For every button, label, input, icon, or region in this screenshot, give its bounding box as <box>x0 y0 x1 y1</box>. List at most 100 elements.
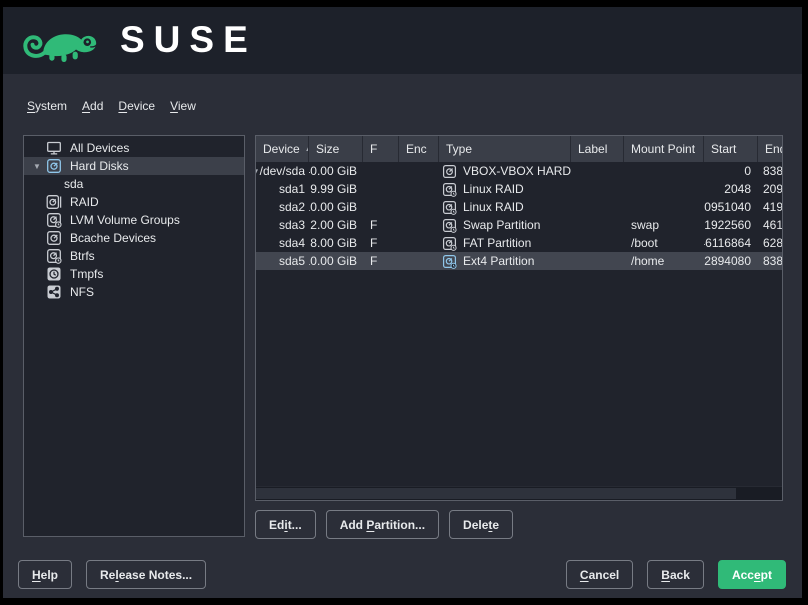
cell-text: /boot <box>631 236 658 250</box>
label-cell <box>571 198 624 216</box>
type-cell: VBOX-VBOX HARDDISK <box>439 162 571 180</box>
column-header-start[interactable]: Start <box>704 136 758 162</box>
tmpfs-icon <box>46 266 62 282</box>
column-header-enc[interactable]: Enc <box>399 136 439 162</box>
mount-point-cell <box>624 180 704 198</box>
sidebar-item-hard-disks[interactable]: ▼Hard Disks <box>24 157 244 175</box>
column-header-size[interactable]: Size <box>309 136 363 162</box>
column-header-end[interactable]: End <box>758 136 783 162</box>
accept-button[interactable]: Accept <box>718 560 786 589</box>
table-header-row: Device▲Size F EncTypeLabel Mount Point Start… <box>256 136 782 162</box>
partition-actions: Edit... Add Partition... Delete <box>255 510 513 539</box>
sidebar-item-lvm-volume-groups[interactable]: LVM Volume Groups <box>24 211 244 229</box>
sidebar-item-bcache-devices[interactable]: Bcache Devices <box>24 229 244 247</box>
menu-view[interactable]: View <box>170 99 196 113</box>
mount-point-cell: /home <box>624 252 704 270</box>
size-cell: 40.00 GiB <box>309 162 363 180</box>
encrypted-cell <box>399 180 439 198</box>
column-header-label[interactable]: Label <box>571 136 624 162</box>
column-header-label: Mount Point <box>631 142 695 156</box>
button-label: Help <box>32 568 58 582</box>
mount-point-cell <box>624 162 704 180</box>
start-cell: 62894080 <box>704 252 758 270</box>
button-label: Delete <box>463 518 499 532</box>
add-partition-button[interactable]: Add Partition... <box>326 510 439 539</box>
table-row-sda2[interactable]: sda2 10.00 GiB Linux RAID 20951040 4192 <box>256 198 782 216</box>
menu-device[interactable]: Device <box>118 99 155 113</box>
start-cell: 46116864 <box>704 234 758 252</box>
sidebar-item-nfs[interactable]: NFS <box>24 283 244 301</box>
end-cell: 4192 <box>758 198 782 216</box>
type-cell: Swap Partition <box>439 216 571 234</box>
suse-banner: SUSE <box>3 7 802 74</box>
table-row-sda1[interactable]: sda19.99 GiBLinux RAID20482095 <box>256 180 782 198</box>
sidebar-item-label: sda <box>64 177 83 191</box>
cell-text: 10.00 GiB <box>309 200 357 214</box>
cell-text: 8.00 GiB <box>310 236 357 250</box>
table-row-sda5[interactable]: sda510.00 GiBFExt4 Partition/home6289408… <box>256 252 782 270</box>
sidebar-item-label: NFS <box>70 285 94 299</box>
cell-text: sda5 <box>279 254 305 268</box>
encrypted-cell <box>399 234 439 252</box>
device-tree-panel: All Devices▼Hard Disks sda RAID LVM Volume … <box>23 135 245 537</box>
start-cell: 0 <box>704 162 758 180</box>
table-row-sda4[interactable]: sda48.00 GiBFFAT Partition/boot461168646… <box>256 234 782 252</box>
suse-chameleon-icon <box>20 15 108 65</box>
help-button[interactable]: Help <box>18 560 72 589</box>
cell-text: swap <box>631 218 659 232</box>
start-cell: 20951040 <box>704 198 758 216</box>
cell-text: FAT Partition <box>463 236 531 250</box>
release-notes-button[interactable]: Release Notes... <box>86 560 206 589</box>
column-header-type[interactable]: Type <box>439 136 571 162</box>
app-window: SUSE System Add Device View All Devices▼Har… <box>3 7 802 598</box>
sidebar-item-all-devices[interactable]: All Devices <box>24 139 244 157</box>
table-row-sda3[interactable]: sda32.00 GiBFSwap Partitionswap419225604… <box>256 216 782 234</box>
edit-button[interactable]: Edit... <box>255 510 316 539</box>
delete-button[interactable]: Delete <box>449 510 513 539</box>
cell-text: 4192 <box>763 200 782 214</box>
footer-right-buttons: Cancel Back Accept <box>566 560 786 589</box>
footer-left-buttons: Help Release Notes... <box>18 560 206 589</box>
cell-text: 2.00 GiB <box>310 218 357 232</box>
nfs-icon <box>46 284 62 300</box>
label-cell <box>571 180 624 198</box>
menu-system[interactable]: System <box>27 99 67 113</box>
size-cell: 2.00 GiB <box>309 216 363 234</box>
format-flag-cell <box>363 180 399 198</box>
cell-text: 62894080 <box>704 254 751 268</box>
monitor-icon <box>46 140 62 156</box>
label-cell <box>571 252 624 270</box>
sidebar-item-sda[interactable]: sda <box>24 175 244 193</box>
cell-text: 41922560 <box>704 218 751 232</box>
cell-text: F <box>370 236 377 250</box>
start-cell: 2048 <box>704 180 758 198</box>
sidebar-item-raid[interactable]: RAID <box>24 193 244 211</box>
cell-text: sda2 <box>279 200 305 214</box>
sidebar-item-btrfs[interactable]: Btrfs <box>24 247 244 265</box>
device-cell: sda3 <box>256 216 309 234</box>
back-button[interactable]: Back <box>647 560 704 589</box>
label-cell <box>571 216 624 234</box>
type-cell: Linux RAID <box>439 198 571 216</box>
device-cell: sda4 <box>256 234 309 252</box>
start-cell: 41922560 <box>704 216 758 234</box>
partition-icon <box>442 254 457 269</box>
table-row-dev-sda[interactable]: ▼/dev/sda40.00 GiBVBOX-VBOX HARDDISK0838… <box>256 162 782 180</box>
cancel-button[interactable]: Cancel <box>566 560 633 589</box>
cell-text: 2048 <box>724 182 751 196</box>
mount-point-cell <box>624 198 704 216</box>
horizontal-scrollbar[interactable] <box>256 486 782 500</box>
column-header-f[interactable]: F <box>363 136 399 162</box>
column-header-device[interactable]: Device▲ <box>256 136 309 162</box>
btrfs-icon <box>46 248 62 264</box>
end-cell: 4611 <box>758 216 782 234</box>
column-header-mount-point[interactable]: Mount Point <box>624 136 704 162</box>
cell-text: F <box>370 254 377 268</box>
column-header-label: F <box>370 142 377 156</box>
menu-add[interactable]: Add <box>82 99 103 113</box>
sidebar-item-label: RAID <box>70 195 99 209</box>
sidebar-item-tmpfs[interactable]: Tmpfs <box>24 265 244 283</box>
button-label: Accept <box>732 568 772 582</box>
button-label: Back <box>661 568 690 582</box>
scrollbar-thumb[interactable] <box>256 488 736 499</box>
